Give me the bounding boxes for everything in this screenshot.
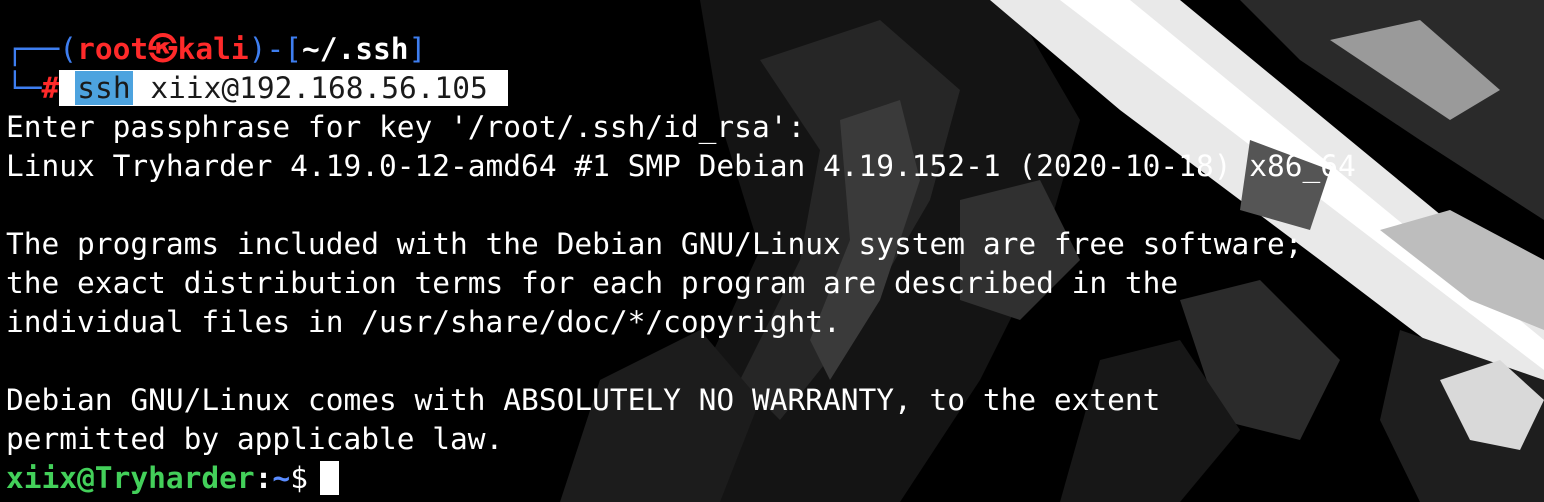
command-args: xiix@192.168.56.105 bbox=[150, 71, 488, 105]
prompt-hash: # bbox=[41, 71, 60, 105]
output-line: Enter passphrase for key '/root/.ssh/id_… bbox=[6, 110, 806, 144]
prompt-at-symbol: ㉿ bbox=[148, 32, 178, 66]
prompt-directory: ~/.ssh bbox=[301, 32, 409, 66]
prompt-close-paren: ) bbox=[248, 32, 267, 66]
command-name: ssh bbox=[75, 71, 133, 105]
remote-user-host: xiix@Tryharder bbox=[6, 461, 255, 495]
command-input[interactable]: ssh xiix@192.168.56.105 bbox=[59, 70, 508, 106]
output-line: permitted by applicable law. bbox=[6, 422, 504, 456]
prompt-corner-top: ┌── bbox=[6, 32, 60, 66]
output-line: Linux Tryharder 4.19.0-12-amd64 #1 SMP D… bbox=[6, 149, 1356, 183]
remote-prompt-path: ~ bbox=[272, 461, 291, 495]
prompt-dash: - bbox=[266, 32, 285, 66]
output-line: the exact distribution terms for each pr… bbox=[6, 266, 1179, 300]
prompt-host: kali bbox=[177, 32, 249, 66]
terminal-content: ┌──(root㉿kali)-[~/.ssh] └─# ssh xiix@192.… bbox=[6, 30, 1356, 498]
prompt-open-paren: ( bbox=[59, 32, 78, 66]
text-cursor[interactable] bbox=[319, 460, 339, 495]
prompt-corner-bottom: └─ bbox=[6, 71, 42, 105]
remote-prompt-line[interactable]: xiix@Tryharder:~$ bbox=[6, 459, 1356, 498]
prompt-line-2: └─# ssh xiix@192.168.56.105 bbox=[6, 69, 1356, 108]
output-line: individual files in /usr/share/doc/*/cop… bbox=[6, 305, 841, 339]
remote-prompt-colon: : bbox=[254, 461, 273, 495]
prompt-line-1: ┌──(root㉿kali)-[~/.ssh] bbox=[6, 30, 1356, 69]
remote-prompt-dollar: $ bbox=[290, 461, 308, 495]
prompt-user: root bbox=[77, 32, 149, 66]
prompt-dir-open: [ bbox=[284, 32, 302, 66]
output-line: The programs included with the Debian GN… bbox=[6, 227, 1303, 261]
terminal-window[interactable]: ┌──(root㉿kali)-[~/.ssh] └─# ssh xiix@192.… bbox=[0, 0, 1544, 502]
output-line: Debian GNU/Linux comes with ABSOLUTELY N… bbox=[6, 383, 1161, 417]
prompt-dir-close: ] bbox=[408, 32, 427, 66]
